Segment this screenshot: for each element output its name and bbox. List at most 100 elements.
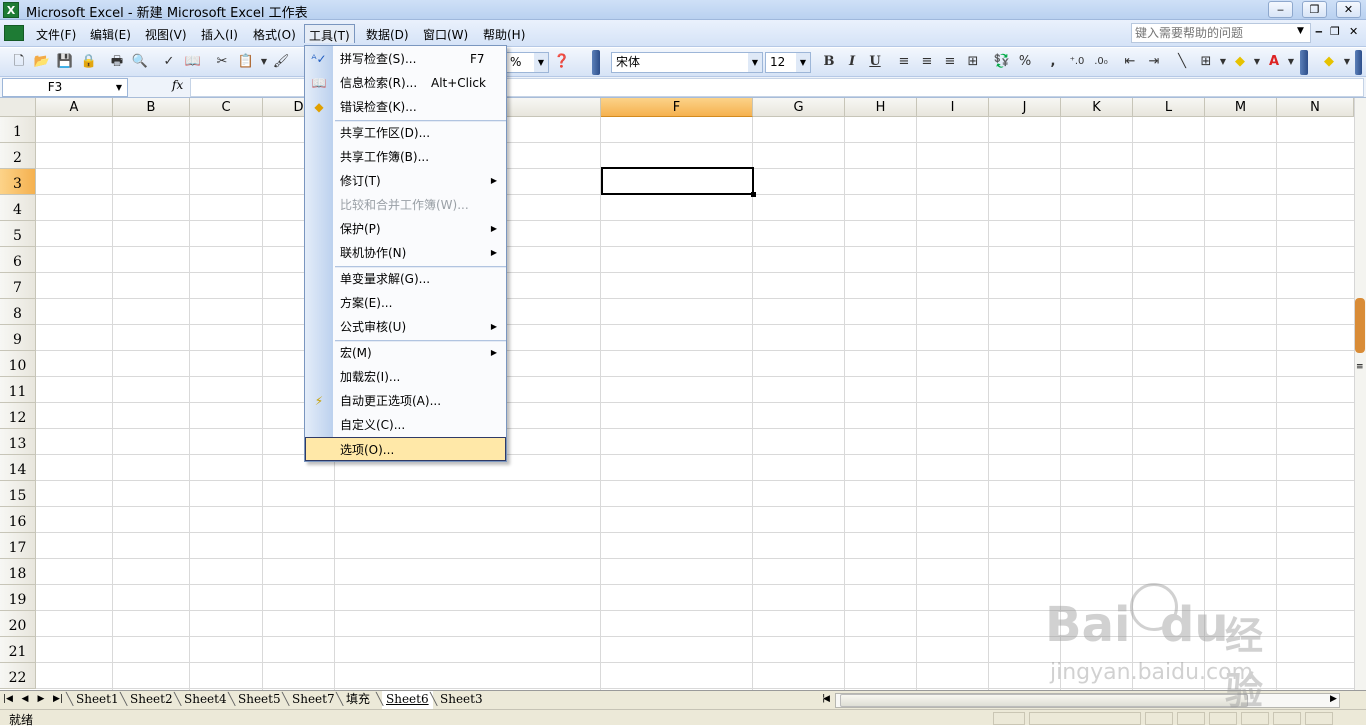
split-box-icon[interactable]: ≡: [1356, 362, 1364, 372]
menu-file[interactable]: 文件(F): [32, 24, 80, 43]
column-header-i[interactable]: I: [917, 98, 989, 117]
align-center-icon[interactable]: ≡: [918, 53, 936, 71]
zoom-dropdown-icon[interactable]: ▼: [534, 53, 548, 72]
doc-restore-button[interactable]: ❐: [1330, 25, 1340, 38]
column-header-a[interactable]: A: [36, 98, 113, 117]
row-header-21[interactable]: 21: [0, 637, 36, 663]
menu-item-options[interactable]: 选项(O)...: [305, 437, 506, 461]
menu-item-scenarios[interactable]: 方案(E)...: [305, 291, 506, 315]
menu-edit[interactable]: 编辑(E): [86, 24, 135, 43]
menu-item-add-ins[interactable]: 加载宏(I)...: [305, 365, 506, 389]
column-header-h[interactable]: H: [845, 98, 917, 117]
row-header-7[interactable]: 7: [0, 273, 36, 299]
row-header-20[interactable]: 20: [0, 611, 36, 637]
font-combo[interactable]: 宋体 ▼: [611, 52, 763, 73]
row-header-19[interactable]: 19: [0, 585, 36, 611]
row-header-8[interactable]: 8: [0, 299, 36, 325]
toolbar-grip-icon[interactable]: [592, 50, 600, 75]
menu-format[interactable]: 格式(O): [249, 24, 300, 43]
decrease-indent-icon[interactable]: ⇤: [1121, 53, 1139, 71]
menu-item-research[interactable]: 📖 信息检索(R)... Alt+Click: [305, 71, 506, 95]
decrease-decimal-icon[interactable]: .0₀: [1092, 53, 1110, 71]
column-header-b[interactable]: B: [113, 98, 190, 117]
cut-icon[interactable]: ✂: [213, 53, 231, 71]
print-preview-icon[interactable]: 🔍: [131, 53, 149, 71]
font-size-dropdown-icon[interactable]: ▼: [796, 53, 810, 72]
menu-insert[interactable]: 插入(I): [197, 24, 242, 43]
highlight-dropdown-icon[interactable]: ▼: [1338, 53, 1356, 71]
fill-color-icon[interactable]: ◆: [1231, 53, 1249, 71]
column-header-f[interactable]: F: [601, 98, 753, 117]
close-button[interactable]: ✕: [1336, 1, 1361, 18]
active-cell-f3[interactable]: [601, 167, 756, 197]
menu-item-protection[interactable]: 保护(P) ▶: [305, 217, 506, 241]
sheet-tab-1[interactable]: Sheet1: [72, 691, 123, 709]
vertical-scrollbar[interactable]: [1354, 98, 1366, 690]
row-header-2[interactable]: 2: [0, 143, 36, 169]
italic-button[interactable]: I: [843, 53, 861, 71]
align-left-icon[interactable]: ≡: [895, 53, 913, 71]
menu-tools[interactable]: 工具(T): [304, 24, 355, 43]
last-sheet-icon[interactable]: ▶|: [53, 694, 63, 704]
column-header-k[interactable]: K: [1061, 98, 1133, 117]
row-header-22[interactable]: 22: [0, 663, 36, 689]
menu-item-track-changes[interactable]: 修订(T) ▶: [305, 169, 506, 193]
row-header-12[interactable]: 12: [0, 403, 36, 429]
sheet-tab-5[interactable]: Sheet7: [288, 691, 339, 709]
next-sheet-icon[interactable]: ▶: [36, 694, 46, 704]
save-icon[interactable]: 💾: [56, 53, 74, 71]
paste-icon[interactable]: 📋: [237, 53, 255, 71]
sheet-tab-2[interactable]: Sheet2: [126, 691, 177, 709]
row-header-14[interactable]: 14: [0, 455, 36, 481]
spelling-toolbar-icon[interactable]: ✓: [160, 53, 178, 71]
comma-button[interactable]: ,: [1044, 53, 1062, 71]
font-color-dropdown-icon[interactable]: ▼: [1282, 53, 1300, 71]
menu-item-spelling[interactable]: ᴬ✓ 拼写检查(S)... F7: [305, 47, 506, 71]
paste-dropdown-icon[interactable]: ▼: [255, 53, 273, 71]
font-size-combo[interactable]: 12 ▼: [765, 52, 811, 73]
font-dropdown-icon[interactable]: ▼: [748, 53, 762, 72]
sheet-tab-7[interactable]: Sheet6: [382, 691, 433, 709]
increase-indent-icon[interactable]: ⇥: [1145, 53, 1163, 71]
fill-color-dropdown-icon[interactable]: ▼: [1248, 53, 1266, 71]
row-header-11[interactable]: 11: [0, 377, 36, 403]
row-header-6[interactable]: 6: [0, 247, 36, 273]
research-toolbar-icon[interactable]: 📖: [184, 53, 202, 71]
sheet-tab-4[interactable]: Sheet5: [234, 691, 285, 709]
menu-item-goal-seek[interactable]: 单变量求解(G)...: [305, 267, 506, 291]
help-dropdown-icon[interactable]: ▼: [1297, 26, 1304, 36]
help-search-input[interactable]: [1132, 24, 1292, 42]
menu-window[interactable]: 窗口(W): [419, 24, 472, 43]
insert-function-icon[interactable]: fx: [172, 78, 183, 92]
print-icon[interactable]: 🖶: [108, 53, 126, 71]
row-header-15[interactable]: 15: [0, 481, 36, 507]
highlight-icon[interactable]: ◆: [1320, 53, 1338, 71]
percent-button[interactable]: %: [1016, 53, 1034, 71]
doc-minimize-button[interactable]: ‒: [1315, 25, 1323, 38]
row-header-3[interactable]: 3: [0, 169, 36, 195]
bold-button[interactable]: B: [820, 53, 838, 71]
sheet-tab-8[interactable]: Sheet3: [436, 691, 487, 709]
menu-view[interactable]: 视图(V): [141, 24, 191, 43]
name-box[interactable]: F3 ▼: [2, 78, 128, 97]
scroll-right-icon[interactable]: ▶: [1330, 694, 1337, 704]
help-search-box[interactable]: [1131, 23, 1311, 43]
borders-dropdown-icon[interactable]: ▼: [1214, 53, 1232, 71]
font-color-icon[interactable]: A: [1265, 53, 1283, 71]
name-box-dropdown-icon[interactable]: ▼: [111, 79, 127, 96]
prev-sheet-icon[interactable]: ◀: [20, 694, 30, 704]
currency-icon[interactable]: 💱: [993, 53, 1011, 71]
vertical-scroll-thumb[interactable]: [1355, 298, 1365, 353]
restore-button[interactable]: ❐: [1302, 1, 1327, 18]
column-header-g[interactable]: G: [753, 98, 845, 117]
fill-handle[interactable]: [751, 192, 756, 197]
increase-decimal-icon[interactable]: ⁺.0: [1068, 53, 1086, 71]
row-header-5[interactable]: 5: [0, 221, 36, 247]
borders-icon[interactable]: ⊞: [1197, 53, 1215, 71]
underline-button[interactable]: U: [866, 53, 884, 71]
menu-item-formula-auditing[interactable]: 公式审核(U) ▶: [305, 315, 506, 339]
row-header-16[interactable]: 16: [0, 507, 36, 533]
row-header-9[interactable]: 9: [0, 325, 36, 351]
menu-item-online-collaboration[interactable]: 联机协作(N) ▶: [305, 241, 506, 265]
menu-item-share-workbook[interactable]: 共享工作簿(B)...: [305, 145, 506, 169]
